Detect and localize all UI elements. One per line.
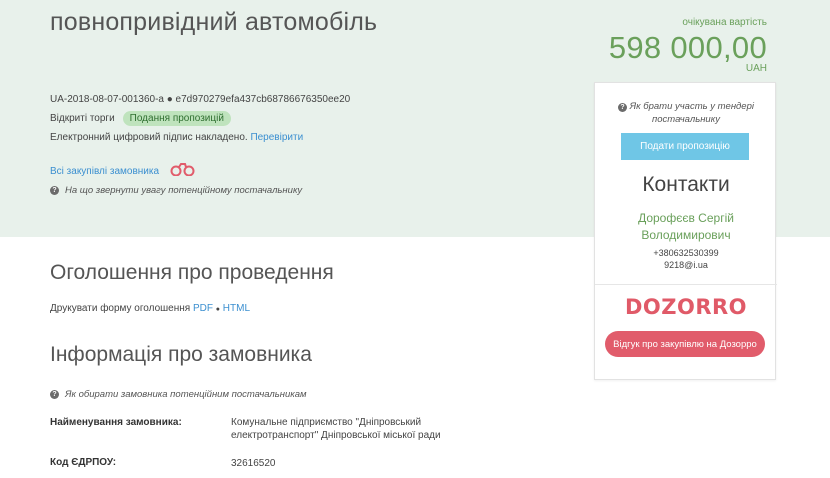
buyer-help-text: На що звернути увагу потенційному постач… (65, 185, 303, 196)
tender-id: UA-2018-08-07-001360-a ● e7d970279efa437… (50, 94, 351, 105)
contacts-heading: Контакти (642, 173, 730, 196)
print-html-link[interactable]: HTML (223, 303, 250, 314)
announcement-heading: Оголошення про проведення (50, 261, 334, 284)
buyer-info-heading: Інформація про замовника (50, 343, 312, 366)
status-badge: Подання пропозицій (122, 111, 231, 126)
contact-phone: +380632530399 (653, 248, 719, 258)
print-separator: ● (215, 306, 220, 313)
question-circle-icon: ? (50, 390, 59, 399)
dozorro-review-button[interactable]: Відгук про закупівлю на Дозорро (605, 331, 765, 357)
procedure-type: Відкриті торги (50, 113, 115, 124)
buyer-name-value: Комунальне підприємство "Дніпровський ел… (231, 417, 441, 441)
sidebar-divider (595, 284, 777, 285)
binoculars-icon[interactable] (169, 162, 197, 181)
print-label: Друкувати форму оголошення (50, 303, 191, 314)
buyer-purchases-row: Всі закупівлі замовника (50, 162, 197, 181)
buyer-name-label: Найменування замовника: (50, 417, 182, 428)
buyer-purchases-link[interactable]: Всі закупівлі замовника (50, 166, 159, 177)
verify-signature-link[interactable]: Перевірити (250, 132, 303, 143)
expected-price: 598 000,00 (608, 30, 767, 65)
signature-row: Електронний цифровий підпис накладено. П… (50, 132, 303, 143)
print-row: Друкувати форму оголошення PDF ● HTML (50, 303, 250, 314)
contact-name: Дорофєєв Сергій Володимирович (638, 211, 734, 242)
print-pdf-link[interactable]: PDF (193, 303, 213, 314)
buyer-code-value: 32616520 (231, 458, 276, 469)
signature-text: Електронний цифровий підпис накладено. (50, 132, 248, 143)
buyer-choose-help-text: Як обирати замовника потенційним постача… (65, 389, 307, 400)
page-title: повнопривідний автомобіль (50, 8, 378, 36)
buyer-choose-help-row[interactable]: ? Як обирати замовника потенційним поста… (50, 389, 307, 400)
price-label: очікувана вартість (682, 17, 767, 28)
sidebar-card: ? Як брати участь у тендері постачальник… (594, 82, 777, 380)
dozorro-logo: DOZORRO (624, 295, 748, 319)
procedure-row: Відкриті торги Подання пропозицій (50, 111, 231, 126)
question-circle-icon: ? (50, 186, 59, 195)
contact-email: 9218@i.ua (664, 260, 708, 270)
buyer-code-label: Код ЄДРПОУ: (50, 457, 117, 468)
participation-help[interactable]: ? Як брати участь у тендері постачальник… (595, 100, 777, 126)
submit-proposal-button[interactable]: Подати пропозицію (621, 133, 749, 160)
question-circle-icon: ? (618, 103, 627, 112)
price-currency: UAH (745, 63, 767, 74)
participation-help-text: Як брати участь у тендері постачальнику (629, 101, 754, 125)
buyer-help-row[interactable]: ? На що звернути увагу потенційному пост… (50, 185, 302, 196)
